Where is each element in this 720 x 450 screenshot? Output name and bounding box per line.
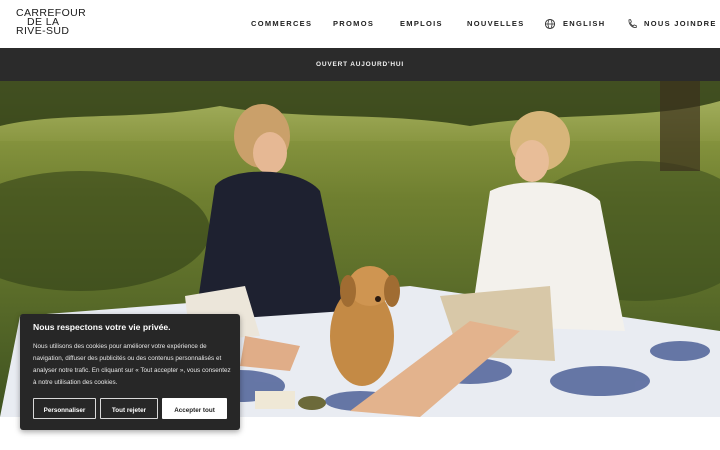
accept-all-button[interactable]: Accepter tout xyxy=(162,398,227,419)
hours-text: OUVERT AUJOURD'HUI xyxy=(316,61,404,68)
phone-icon xyxy=(628,19,637,29)
main-nav: COMMERCES PROMOS EMPLOIS NOUVELLES ENGLI… xyxy=(0,17,720,31)
contact-label: NOUS JOINDRE xyxy=(644,19,717,28)
reject-all-button[interactable]: Tout rejeter xyxy=(100,398,158,419)
cookie-title: Nous respectons votre vie privée. xyxy=(33,322,171,332)
hours-banner: OUVERT AUJOURD'HUI xyxy=(0,48,720,81)
nav-item-emplois[interactable]: EMPLOIS xyxy=(400,17,443,31)
nav-item-promos[interactable]: PROMOS xyxy=(333,17,374,31)
cookie-body: Nous utilisons des cookies pour améliore… xyxy=(33,343,231,386)
customize-button[interactable]: Personnaliser xyxy=(33,398,96,419)
cookie-consent-dialog: Nous respectons votre vie privée. Nous u… xyxy=(20,314,240,430)
site-header: CARREFOUR DE LA RIVE-SUD COMMERCES PROMO… xyxy=(0,0,720,48)
nav-item-commerces[interactable]: COMMERCES xyxy=(251,17,312,31)
contact-link[interactable]: NOUS JOINDRE xyxy=(626,17,716,31)
nav-item-nouvelles[interactable]: NOUVELLES xyxy=(467,17,525,31)
globe-icon xyxy=(544,18,556,30)
language-switch[interactable]: ENGLISH xyxy=(544,17,604,31)
language-label: ENGLISH xyxy=(563,19,606,28)
